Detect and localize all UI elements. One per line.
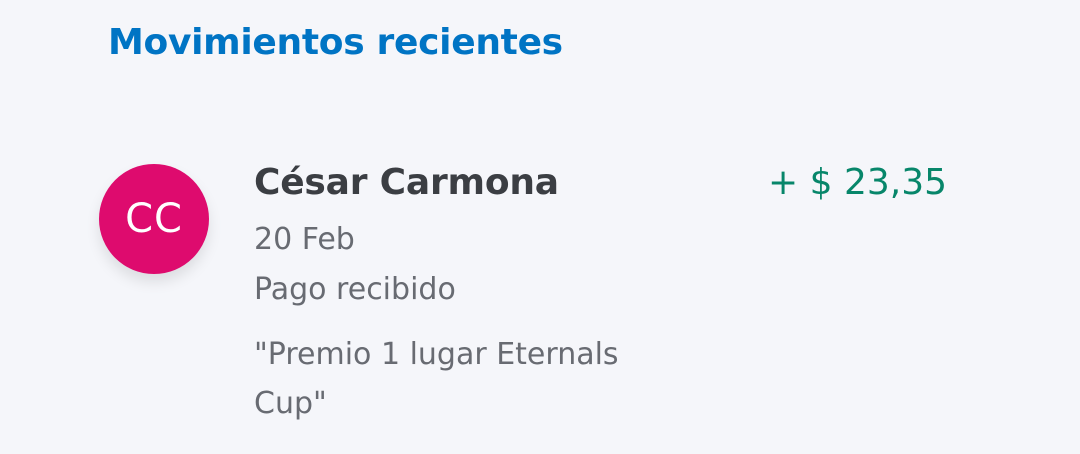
transaction-amount: + $ 23,35: [767, 162, 947, 203]
avatar: CC: [99, 164, 209, 274]
section-title: Movimientos recientes: [108, 22, 563, 63]
transaction-item[interactable]: CC César Carmona + $ 23,35 20 Feb Pago r…: [0, 140, 1080, 440]
transaction-date: 20 Feb: [254, 222, 355, 257]
transaction-name: César Carmona: [254, 162, 559, 203]
avatar-initials: CC: [125, 196, 183, 242]
transaction-note: "Premio 1 lugar Eternals Cup": [254, 337, 619, 421]
transaction-type: Pago recibido: [254, 272, 456, 307]
